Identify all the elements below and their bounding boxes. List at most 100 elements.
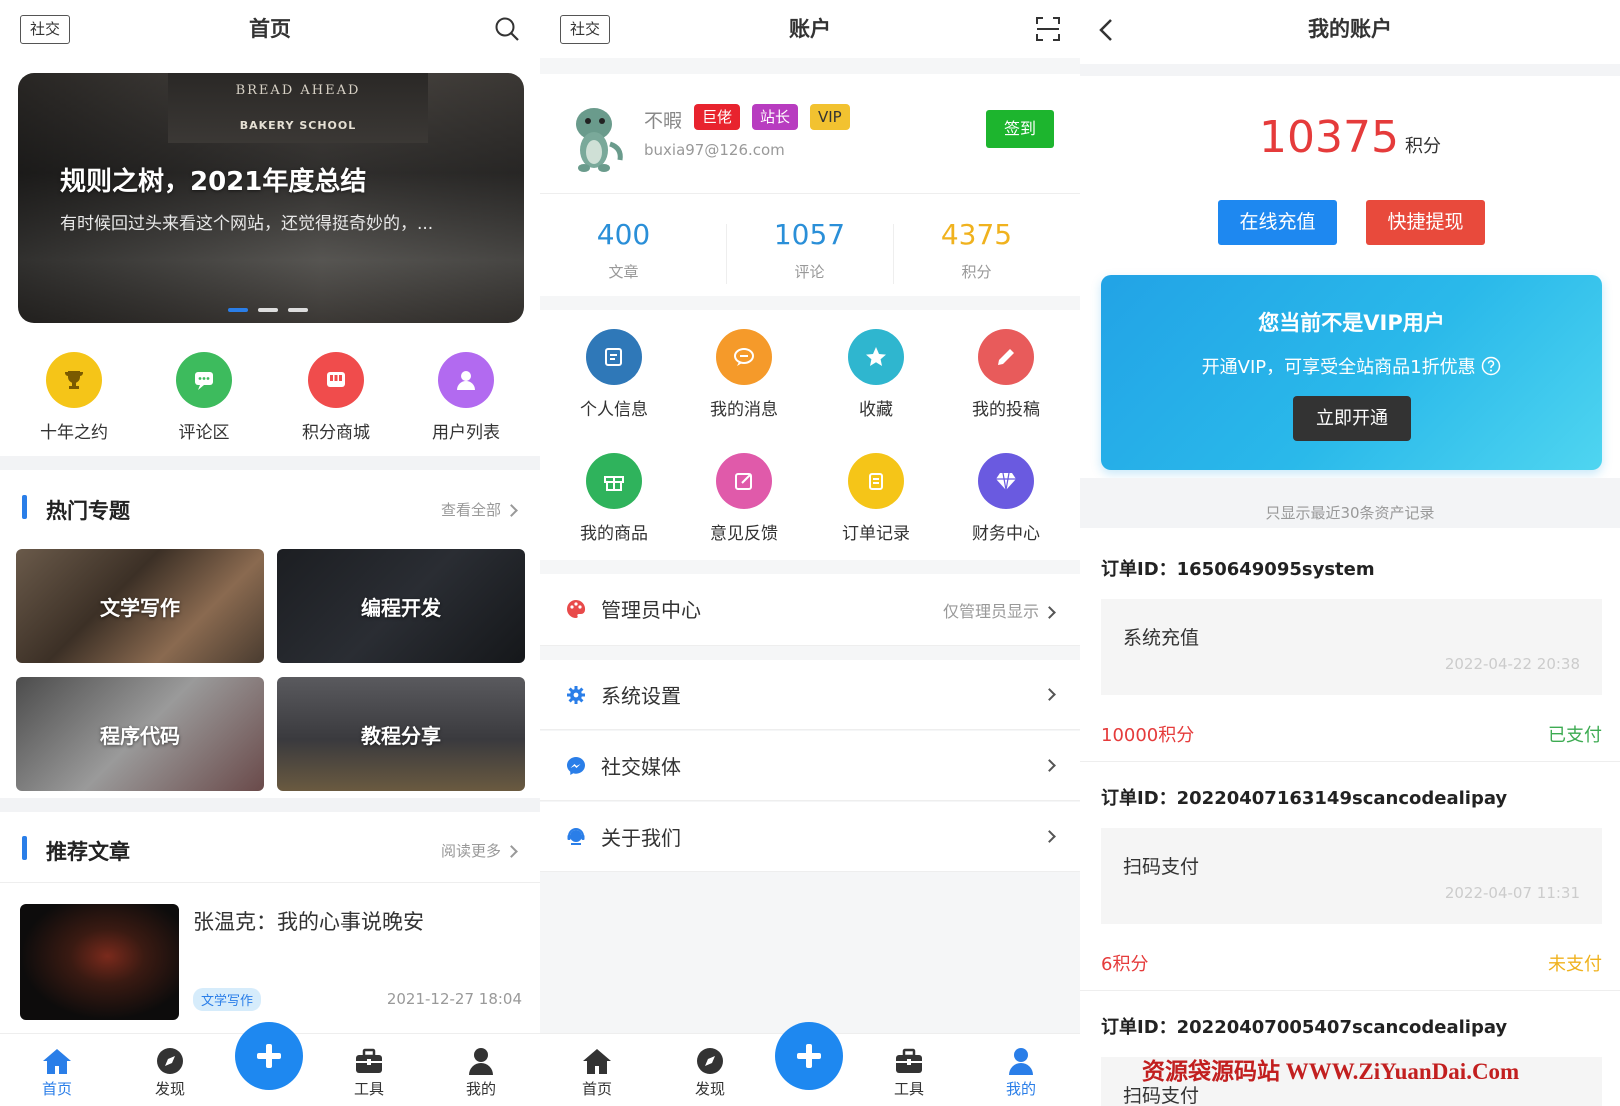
order-id: 订单ID：20220407163149scancodealipay bbox=[1101, 788, 1508, 809]
quick-item[interactable]: 评论区 bbox=[144, 352, 264, 443]
grid-label: 意见反馈 bbox=[710, 524, 778, 544]
topic-label: 程序代码 bbox=[100, 723, 180, 748]
tab-mine[interactable]: 我的 bbox=[991, 1044, 1051, 1099]
menu-social[interactable]: 社交媒体 bbox=[540, 731, 1080, 801]
chevron-right-icon bbox=[1043, 830, 1056, 843]
divider bbox=[0, 882, 540, 883]
admin-note-text: 仅管理员显示 bbox=[942, 602, 1039, 621]
topic-tile[interactable]: 教程分享 bbox=[277, 677, 525, 791]
topic-tile[interactable]: 程序代码 bbox=[16, 677, 264, 791]
order-detail: 扫码支付 2022-04-07 11:31 bbox=[1101, 828, 1602, 924]
menu-arrow bbox=[1039, 684, 1056, 703]
plus-icon bbox=[257, 1044, 281, 1068]
order-amount: 6积分 bbox=[1101, 954, 1149, 975]
vip-title: 您当前不是VIP用户 bbox=[1258, 311, 1445, 335]
order-date: 2022-04-07 11:31 bbox=[1444, 884, 1580, 902]
quick-label: 评论区 bbox=[178, 423, 230, 443]
menu-label: 系统设置 bbox=[601, 684, 681, 708]
withdraw-button[interactable]: 快捷提现 bbox=[1366, 200, 1485, 245]
grid-item[interactable]: 订单记录 bbox=[816, 453, 936, 544]
grid-item[interactable]: 个人信息 bbox=[554, 329, 674, 420]
tab-home[interactable]: 首页 bbox=[567, 1044, 627, 1099]
activate-vip-button[interactable]: 立即开通 bbox=[1293, 396, 1411, 441]
article-thumbnail bbox=[20, 904, 179, 1020]
stat-comments[interactable]: 1057 评论 bbox=[726, 218, 893, 282]
page-title: 我的账户 bbox=[1308, 17, 1392, 41]
quick-label: 用户列表 bbox=[432, 423, 500, 443]
diamond-icon bbox=[978, 453, 1034, 509]
home-header: 社交 首页 bbox=[0, 0, 540, 58]
support-icon bbox=[567, 828, 585, 845]
avatar[interactable] bbox=[564, 104, 628, 176]
tab-discover[interactable]: 发现 bbox=[140, 1044, 200, 1099]
grid-label: 我的消息 bbox=[710, 400, 778, 420]
add-post-button[interactable] bbox=[235, 1022, 303, 1090]
add-post-button[interactable] bbox=[775, 1022, 843, 1090]
grid-label: 我的商品 bbox=[580, 524, 648, 544]
toolbox-icon bbox=[356, 1048, 382, 1073]
tab-label: 首页 bbox=[41, 1080, 72, 1098]
stat-label: 积分 bbox=[961, 263, 992, 281]
grid-item[interactable]: 财务中心 bbox=[946, 453, 1066, 544]
help-icon[interactable] bbox=[1481, 356, 1501, 376]
section-title: 推荐文章 bbox=[46, 840, 130, 864]
grid-item[interactable]: 我的消息 bbox=[684, 329, 804, 420]
tab-label: 发现 bbox=[154, 1080, 185, 1098]
quick-item[interactable]: 积分商城 bbox=[276, 352, 396, 443]
article-item[interactable]: 张温克：我的心事说晚安 文学写作 2021-12-27 18:04 bbox=[0, 890, 540, 1020]
grid-label: 订单记录 bbox=[842, 524, 910, 544]
recharge-button[interactable]: 在线充值 bbox=[1218, 200, 1337, 245]
tab-home[interactable]: 首页 bbox=[27, 1044, 87, 1099]
chevron-right-icon bbox=[505, 504, 518, 517]
banner-carousel[interactable]: BREAD AHEAD BAKERY SCHOOL 规则之树，2021年度总结 … bbox=[18, 73, 524, 323]
page-title: 首页 bbox=[249, 17, 291, 41]
section-title: 热门专题 bbox=[46, 499, 130, 523]
stat-points[interactable]: 4375 积分 bbox=[893, 218, 1060, 282]
grid-item[interactable]: 意见反馈 bbox=[684, 453, 804, 544]
shop-icon bbox=[308, 352, 364, 408]
tab-label: 我的 bbox=[1005, 1080, 1036, 1098]
divider bbox=[1080, 990, 1620, 991]
carousel-dots[interactable] bbox=[228, 297, 318, 316]
article-tag[interactable]: 文学写作 bbox=[193, 988, 262, 1011]
view-all-link[interactable]: 查看全部 bbox=[441, 499, 518, 520]
grid-item[interactable]: 我的商品 bbox=[554, 453, 674, 544]
menu-arrow bbox=[1039, 755, 1056, 774]
tab-discover[interactable]: 发现 bbox=[680, 1044, 740, 1099]
read-more-link[interactable]: 阅读更多 bbox=[441, 840, 518, 861]
scan-icon[interactable] bbox=[1036, 17, 1060, 41]
topic-tile[interactable]: 编程开发 bbox=[277, 549, 525, 663]
grid-item[interactable]: 我的投稿 bbox=[946, 329, 1066, 420]
page-title: 账户 bbox=[789, 17, 831, 41]
quick-item[interactable]: 十年之约 bbox=[14, 352, 134, 443]
message-icon bbox=[716, 329, 772, 385]
tab-mine[interactable]: 我的 bbox=[451, 1044, 511, 1099]
grid-item[interactable]: 收藏 bbox=[816, 329, 936, 420]
admin-center-row[interactable]: 管理员中心 仅管理员显示 bbox=[540, 574, 1080, 646]
vip-desc-text: 开通VIP，可享受全站商品1折优惠 bbox=[1201, 357, 1476, 378]
menu-arrow bbox=[1039, 826, 1056, 845]
home-icon bbox=[43, 1049, 71, 1074]
topic-label: 教程分享 bbox=[361, 723, 441, 748]
tab-tools[interactable]: 工具 bbox=[339, 1044, 399, 1099]
order-detail: 系统充值 2022-04-22 20:38 bbox=[1101, 599, 1602, 695]
sign-in-button[interactable]: 签到 bbox=[986, 110, 1054, 148]
article-title: 张温克：我的心事说晚安 bbox=[193, 910, 424, 934]
trophy-icon bbox=[46, 352, 102, 408]
stat-articles[interactable]: 400 文章 bbox=[540, 218, 707, 282]
points-unit: 积分 bbox=[1404, 136, 1441, 157]
stat-value: 4375 bbox=[940, 218, 1013, 251]
tab-label: 发现 bbox=[694, 1080, 725, 1098]
records-note: 只显示最近30条资产记录 bbox=[1080, 478, 1620, 528]
tab-tools[interactable]: 工具 bbox=[879, 1044, 939, 1099]
order-id: 订单ID：20220407005407scancodealipay bbox=[1101, 1017, 1508, 1038]
quick-item[interactable]: 用户列表 bbox=[406, 352, 526, 443]
menu-settings[interactable]: 系统设置 bbox=[540, 660, 1080, 730]
pencil-icon bbox=[978, 329, 1034, 385]
search-icon[interactable] bbox=[494, 16, 520, 42]
topic-tile[interactable]: 文学写作 bbox=[16, 549, 264, 663]
messenger-icon bbox=[567, 757, 585, 775]
chevron-right-icon bbox=[1043, 759, 1056, 772]
article-date: 2021-12-27 18:04 bbox=[386, 990, 522, 1008]
menu-about[interactable]: 关于我们 bbox=[540, 802, 1080, 872]
